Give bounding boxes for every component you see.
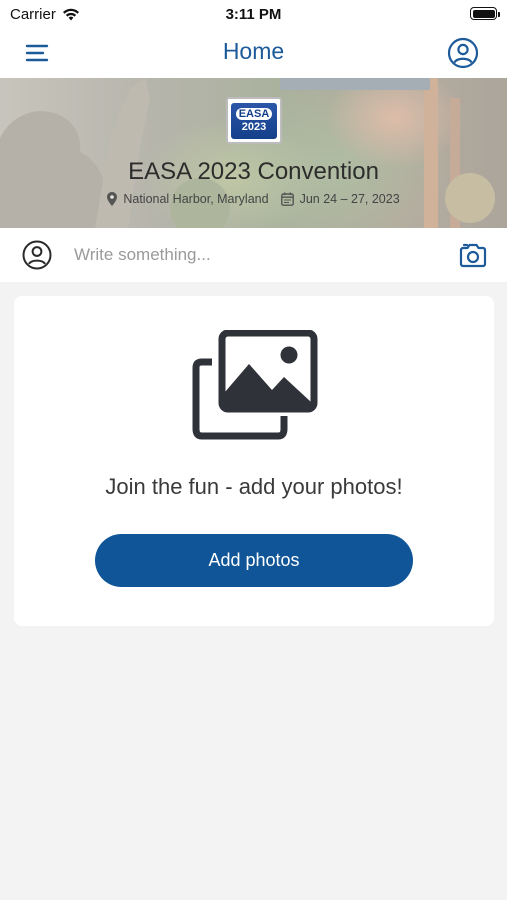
avatar-icon [22,240,52,270]
composer-avatar [22,240,52,270]
camera-button[interactable] [459,242,487,268]
gallery-icon-wrap [192,329,318,440]
status-bar: Carrier 3:11 PM [0,0,507,28]
event-hero: EASA 2023 EASA 2023 Convention National … [0,78,507,228]
profile-icon [447,37,479,69]
event-dates: Jun 24 – 27, 2023 [280,192,400,206]
event-title: EASA 2023 Convention [128,158,379,185]
location-pin-icon [107,192,118,206]
event-location: National Harbor, Maryland [107,192,269,206]
battery-level [472,9,495,18]
battery-icon [470,7,500,20]
logo-name: EASA [235,107,273,120]
profile-button[interactable] [447,37,479,69]
event-location-text: National Harbor, Maryland [123,192,269,206]
calendar-icon [280,192,294,206]
logo-badge: EASA 2023 [231,102,277,139]
gallery-icon [192,329,318,440]
logo-year: 2023 [241,120,267,133]
post-input[interactable] [74,243,434,267]
battery-tip [498,11,500,17]
event-meta: National Harbor, Maryland Jun 24 – 27, 2… [0,192,507,206]
photos-prompt: Join the fun - add your photos! [105,474,403,499]
event-logo: EASA 2023 [226,97,282,144]
page-title: Home [222,38,285,64]
camera-icon [459,243,487,268]
add-photos-button[interactable]: Add photos [95,534,413,587]
nav-bar: Home [0,28,507,78]
status-time: 3:11 PM [225,6,282,23]
photos-card: Join the fun - add your photos! Add phot… [14,296,494,626]
event-dates-text: Jun 24 – 27, 2023 [299,192,400,206]
post-composer [0,228,507,282]
